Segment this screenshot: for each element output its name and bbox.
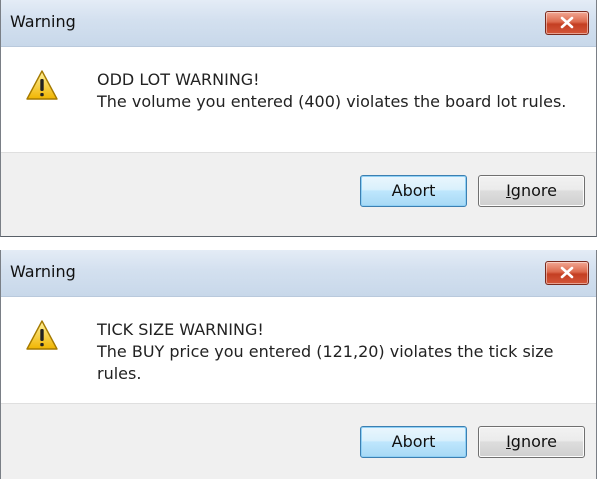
warning-icon (26, 320, 58, 350)
warning-dialog-tick-size: Warning TICK SIZE WARNING! The BUY price… (0, 250, 597, 479)
ignore-button[interactable]: Ignore (478, 426, 585, 458)
message-body: The volume you entered (400) violates th… (97, 92, 567, 111)
close-button[interactable] (545, 261, 589, 285)
message-heading: ODD LOT WARNING! (97, 70, 260, 89)
close-icon (560, 266, 574, 279)
dialog-title: Warning (10, 262, 76, 281)
message-heading: TICK SIZE WARNING! (97, 320, 264, 339)
warning-dialog-odd-lot: Warning ODD LOT WARNING! The volume you … (0, 0, 597, 237)
dialog-title: Warning (10, 12, 76, 31)
warning-icon (26, 70, 58, 100)
abort-button[interactable]: Abort (360, 175, 467, 207)
ignore-button[interactable]: Ignore (478, 175, 585, 207)
ignore-label-rest: gnore (510, 432, 557, 451)
close-button[interactable] (545, 11, 589, 35)
message-text: TICK SIZE WARNING! The BUY price you ent… (97, 319, 567, 385)
title-bar[interactable]: Warning (1, 250, 596, 297)
ignore-label-rest: gnore (510, 181, 557, 200)
button-bar: Abort Ignore (1, 152, 596, 236)
dialog-content: ODD LOT WARNING! The volume you entered … (1, 47, 596, 153)
message-text: ODD LOT WARNING! The volume you entered … (97, 69, 567, 113)
message-body: The BUY price you entered (121,20) viola… (97, 342, 554, 383)
button-bar: Abort Ignore (1, 403, 596, 479)
close-icon (560, 16, 574, 29)
abort-button[interactable]: Abort (360, 426, 467, 458)
dialog-content: TICK SIZE WARNING! The BUY price you ent… (1, 297, 596, 403)
title-bar[interactable]: Warning (1, 0, 596, 47)
